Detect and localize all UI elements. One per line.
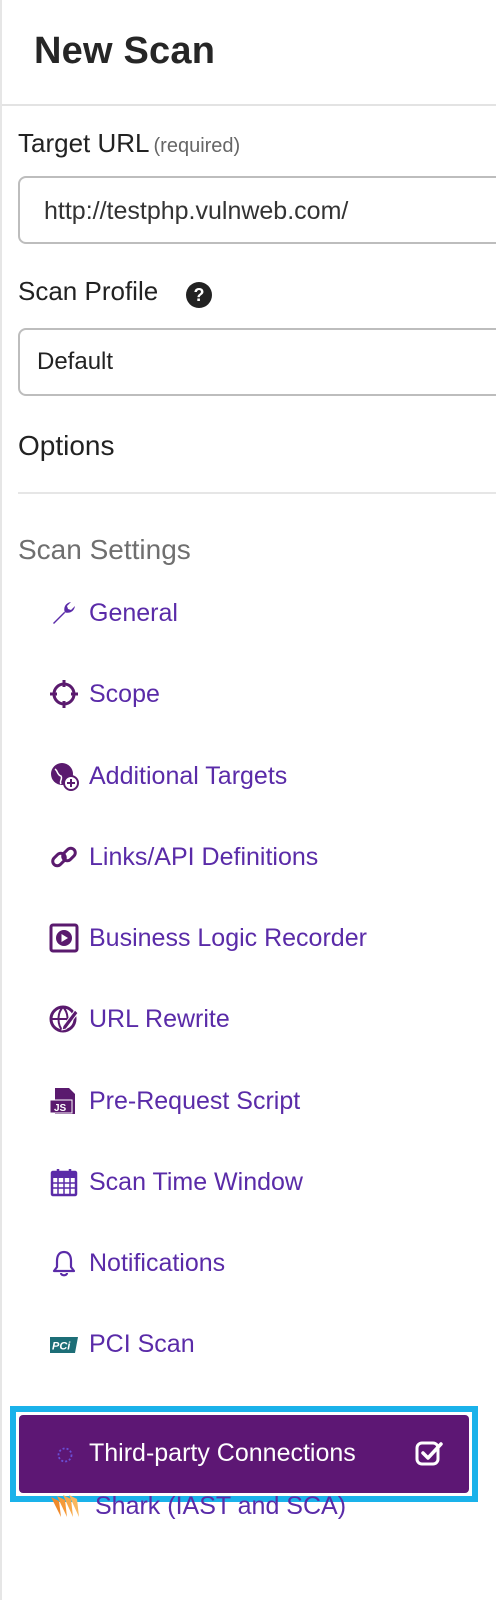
divider [18, 492, 496, 494]
new-scan-panel: New Scan Target URL(required) Scan Profi… [0, 0, 496, 1600]
wrench-icon [49, 598, 79, 628]
nav-item-shark[interactable]: Shark (IAST and SCA) [49, 1487, 469, 1527]
nav-label: Shark (IAST and SCA) [95, 1492, 347, 1520]
svg-text:PCi: PCi [52, 1341, 71, 1353]
globe-plus-icon [49, 761, 79, 791]
checkbox-checked-icon[interactable] [414, 1439, 444, 1469]
globe-edit-icon [49, 1004, 79, 1034]
panel-header: New Scan [2, 0, 496, 106]
bell-icon [49, 1248, 79, 1278]
nav-item-pre-request-script[interactable]: JS Pre-Request Script [49, 1082, 469, 1122]
nav-label: Notifications [89, 1249, 226, 1277]
scan-profile-label: Scan Profile [18, 276, 159, 306]
question-circle-icon[interactable]: ? [186, 282, 212, 308]
nav-label: URL Rewrite [89, 1005, 230, 1033]
nav-item-pci-scan[interactable]: PCi PCI Scan [49, 1325, 469, 1365]
target-url-label-text: Target URL [18, 128, 150, 158]
nav-item-general[interactable]: General [49, 594, 469, 634]
nav-item-scan-time-window[interactable]: Scan Time Window [49, 1163, 469, 1203]
nav-label: General [89, 599, 178, 627]
nav-item-scope[interactable]: Scope [49, 675, 469, 715]
dotted-circle-icon [56, 1446, 74, 1464]
scan-profile-value: Default [37, 348, 114, 375]
pci-icon: PCi [49, 1329, 79, 1359]
calendar-icon [49, 1167, 79, 1197]
nav-label: Business Logic Recorder [89, 924, 367, 952]
play-square-icon [49, 923, 79, 953]
nav-label: Additional Targets [89, 762, 288, 790]
crosshair-icon [49, 679, 79, 709]
shark-icon [49, 1491, 79, 1521]
nav-label: PCI Scan [89, 1330, 195, 1358]
required-note: (required) [153, 135, 241, 157]
nav-item-url-rewrite[interactable]: URL Rewrite [49, 1000, 469, 1040]
target-url-label: Target URL (required) [18, 128, 240, 159]
scan-profile-select[interactable]: Default [18, 328, 496, 396]
nav-item-notifications[interactable]: Notifications [49, 1244, 469, 1284]
nav-item-links-api-definitions[interactable]: Links/API Definitions [49, 838, 469, 878]
scan-settings-heading: Scan Settings [18, 534, 191, 565]
nav-label: Third-party Connections [89, 1439, 356, 1467]
nav-label: Links/API Definitions [89, 843, 319, 871]
page-title: New Scan [34, 30, 216, 72]
nav-label: Pre-Request Script [89, 1087, 301, 1115]
nav-item-additional-targets[interactable]: Additional Targets [49, 757, 469, 797]
target-url-field[interactable] [18, 176, 496, 244]
js-file-icon: JS [49, 1086, 79, 1116]
svg-text:JS: JS [54, 1103, 67, 1114]
target-url-input[interactable] [44, 192, 494, 230]
nav-item-third-party-connections[interactable]: Third-party Connections [19, 1415, 469, 1493]
nav-label: Scan Time Window [89, 1168, 303, 1196]
link-icon [49, 842, 79, 872]
nav-label: Scope [89, 680, 160, 708]
nav-item-business-logic-recorder[interactable]: Business Logic Recorder [49, 919, 469, 959]
options-heading[interactable]: Options [18, 430, 115, 462]
